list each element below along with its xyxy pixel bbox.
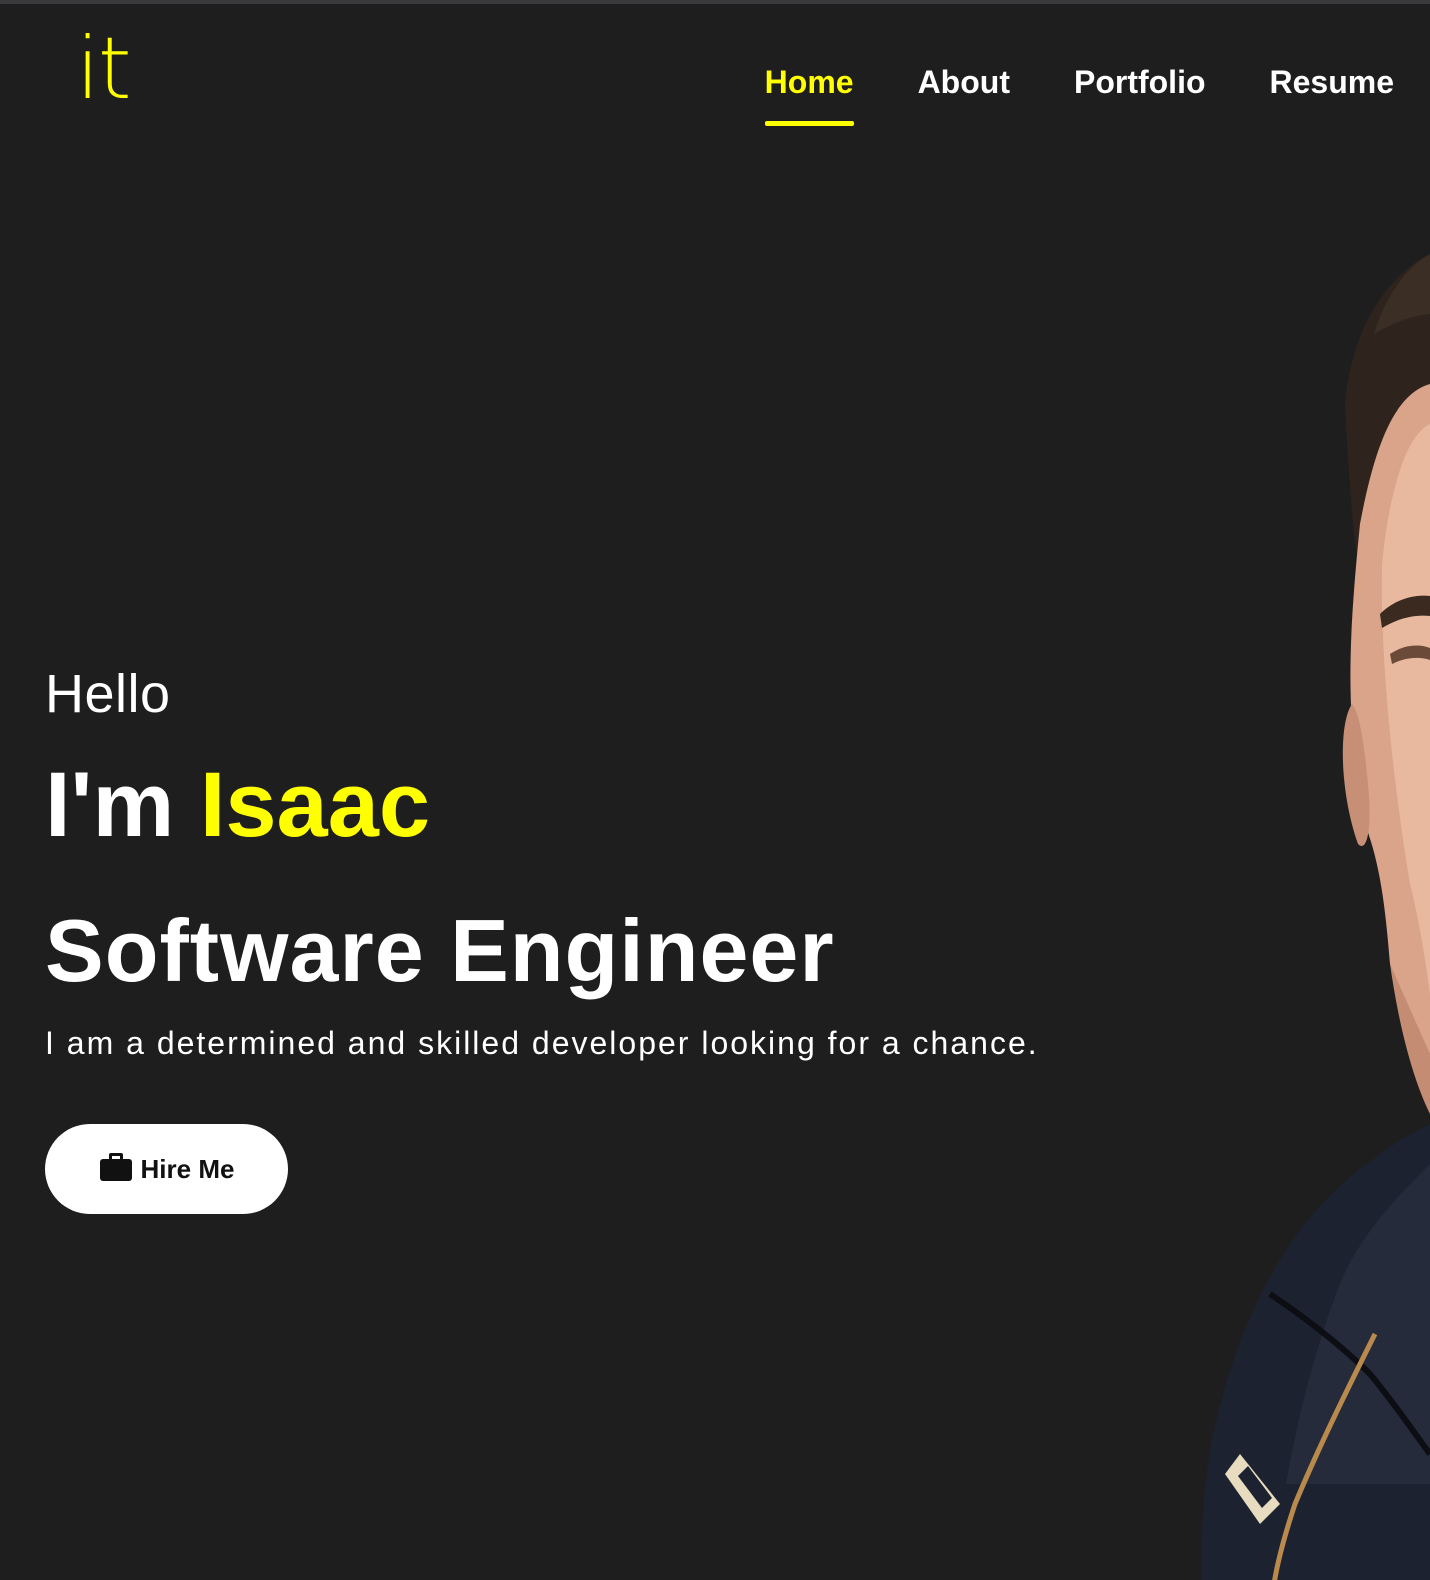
- profile-photo: [1201, 254, 1430, 1580]
- nav-about[interactable]: About: [918, 62, 1010, 102]
- briefcase-icon: [99, 1151, 133, 1188]
- site-logo[interactable]: it: [76, 26, 132, 112]
- page: it Home About Portfolio Resume Hello I'm…: [0, 0, 1430, 1580]
- hire-me-label: Hire Me: [140, 1153, 235, 1184]
- hero-section: Hello I'm Isaac Software Engineer I am a…: [45, 659, 1039, 1063]
- hire-me-button[interactable]: Hire Me: [45, 1124, 288, 1214]
- hero-intro-prefix: I'm: [45, 754, 200, 856]
- hero-name: Isaac: [199, 754, 431, 856]
- nav-home[interactable]: Home: [764, 62, 854, 126]
- hero-intro: I'm Isaac: [45, 755, 1039, 855]
- hero-greeting: Hello: [45, 664, 171, 724]
- hero-tagline: I am a determined and skilled developer …: [45, 1025, 1039, 1061]
- hero-role: Software Engineer: [45, 901, 835, 1000]
